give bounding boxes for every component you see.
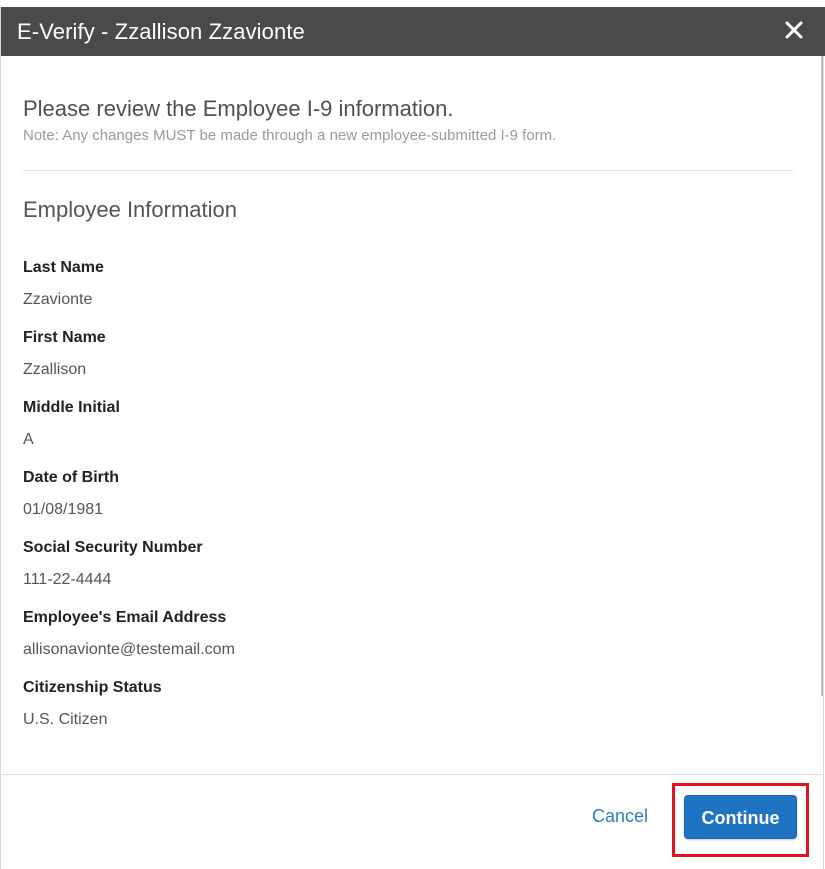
review-note: Note: Any changes MUST be made through a…	[23, 127, 557, 144]
field-label: Employee's Email Address	[23, 609, 227, 626]
field-label: Citizenship Status	[23, 679, 162, 696]
field-citizenship-status: Citizenship Status U.S. Citizen	[23, 678, 783, 730]
field-label: Social Security Number	[23, 539, 203, 556]
footer-divider	[1, 774, 823, 775]
field-date-of-birth: Date of Birth 01/08/1981	[23, 468, 783, 520]
field-label: Middle Initial	[23, 399, 120, 416]
dialog-titlebar: E-Verify - Zzallison Zzavionte	[1, 7, 825, 56]
field-value: U.S. Citizen	[23, 711, 108, 728]
field-first-name: First Name Zzallison	[23, 328, 783, 380]
field-value: Zzavionte	[23, 291, 93, 308]
field-middle-initial: Middle Initial A	[23, 398, 783, 450]
field-value: A	[23, 431, 34, 448]
field-value: 111-22-4444	[23, 571, 112, 588]
employee-information-heading: Employee Information	[23, 197, 237, 222]
field-label: First Name	[23, 329, 106, 346]
field-value: allisonavionte@testemail.com	[23, 641, 235, 658]
section-divider	[23, 170, 793, 171]
continue-button[interactable]: Continue	[684, 795, 797, 839]
close-icon[interactable]	[783, 19, 805, 41]
cancel-button[interactable]: Cancel	[592, 806, 648, 827]
field-employee-email: Employee's Email Address allisonavionte@…	[23, 608, 783, 660]
field-label: Last Name	[23, 259, 104, 276]
field-social-security-number: Social Security Number 111-22-4444	[23, 538, 783, 590]
everify-dialog: E-Verify - Zzallison Zzavionte Please re…	[0, 7, 825, 869]
review-heading: Please review the Employee I-9 informati…	[23, 96, 454, 121]
field-value: 01/08/1981	[23, 501, 104, 518]
dialog-title: E-Verify - Zzallison Zzavionte	[17, 19, 305, 44]
field-label: Date of Birth	[23, 469, 119, 486]
field-last-name: Last Name Zzavionte	[23, 258, 783, 310]
dialog-body: Please review the Employee I-9 informati…	[1, 56, 823, 774]
field-value: Zzallison	[23, 361, 87, 378]
